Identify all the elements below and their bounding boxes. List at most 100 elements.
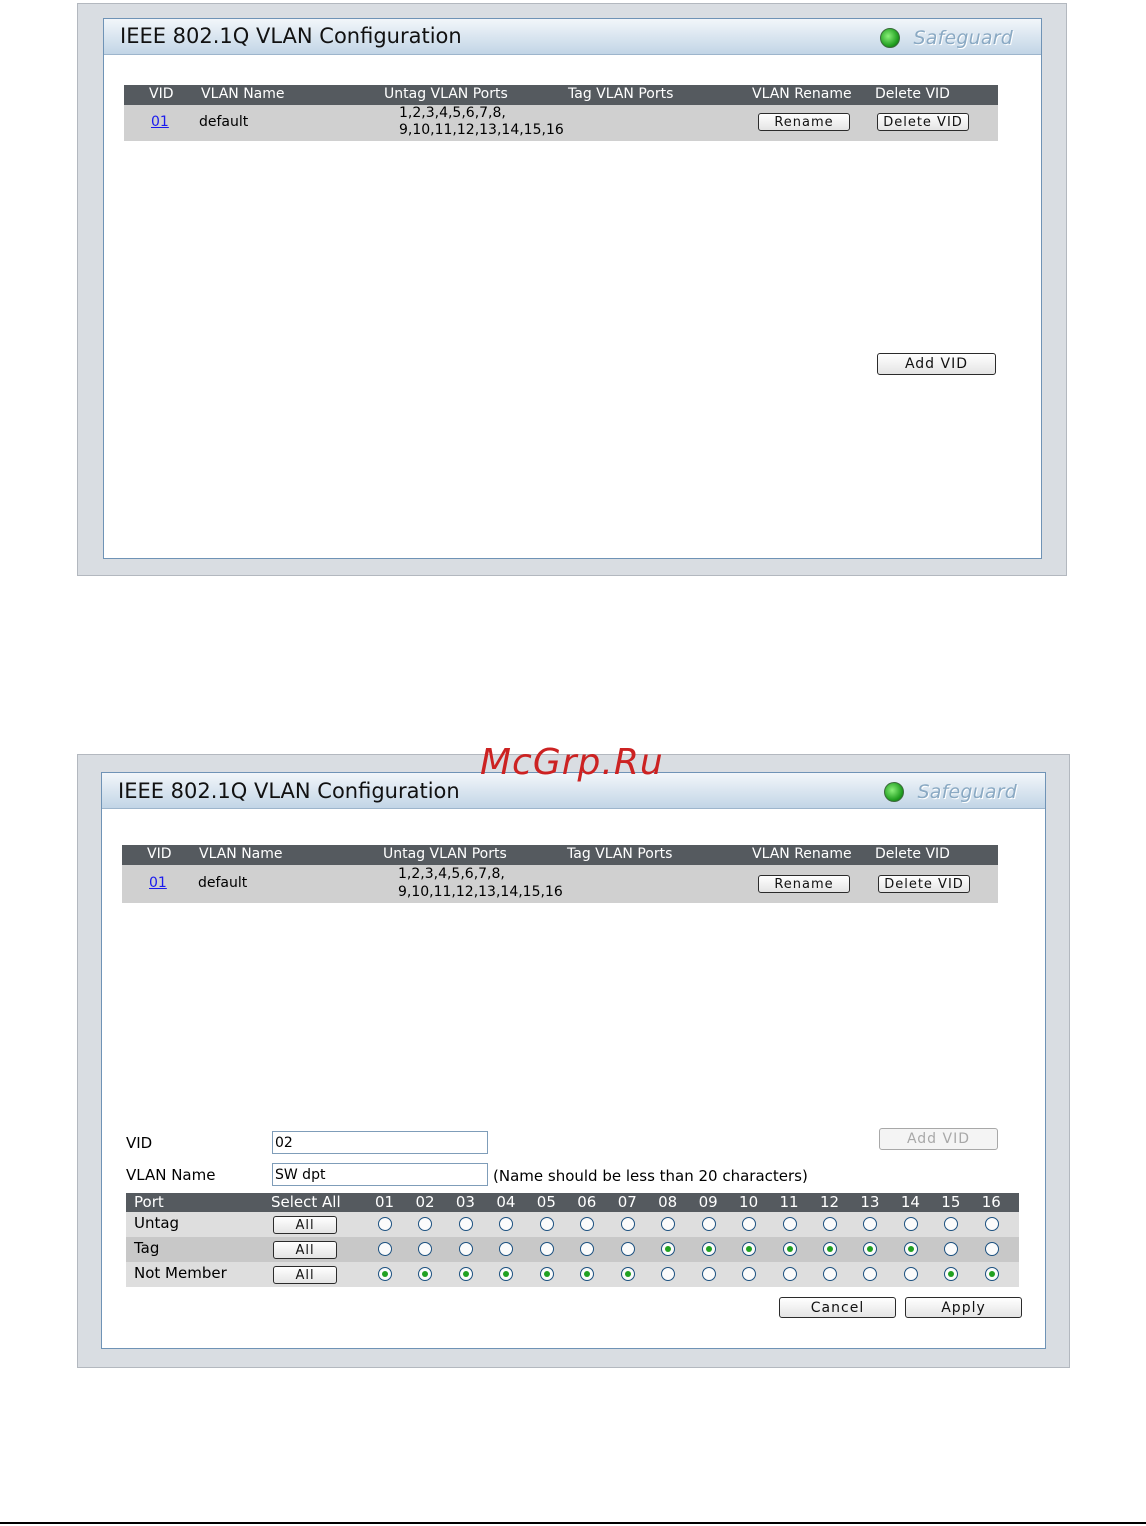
- untag-row: Untag All: [126, 1212, 1019, 1237]
- tag-port-03-radio[interactable]: [458, 1242, 473, 1256]
- untag-port-07-radio[interactable]: [620, 1217, 635, 1231]
- tag-port-05-radio[interactable]: [539, 1242, 554, 1256]
- tag-port-04-radio[interactable]: [499, 1242, 514, 1256]
- vlan-name-input[interactable]: [272, 1163, 488, 1186]
- add-vid-button[interactable]: Add VID: [877, 353, 996, 375]
- untag-port-11-radio[interactable]: [782, 1217, 797, 1231]
- not-member-port-01-radio[interactable]: [378, 1267, 392, 1281]
- safeguard-indicator: Safeguard: [883, 781, 1018, 803]
- untag-port-10-radio[interactable]: [742, 1217, 757, 1231]
- port-header-13: 13: [860, 1193, 880, 1211]
- tag-port-10-radio[interactable]: [742, 1242, 757, 1256]
- vlan-table: VID VLAN Name Untag VLAN Ports Tag VLAN …: [124, 85, 998, 141]
- port-grid-header: Port Select All 01 02 03 04 05 06 07 08 09 10 11 12…: [126, 1193, 1019, 1212]
- col-vlan-rename: VLAN Rename: [752, 846, 852, 862]
- port-header-08: 08: [658, 1193, 678, 1211]
- select-all-header: Select All: [271, 1193, 341, 1211]
- not-member-port-11-radio[interactable]: [782, 1267, 797, 1281]
- not-member-port-16-radio[interactable]: [984, 1267, 999, 1281]
- row-label-tag: Tag: [134, 1239, 160, 1257]
- untag-select-all-button[interactable]: All: [273, 1216, 337, 1234]
- port-header-04: 04: [496, 1193, 516, 1211]
- row-label-untag: Untag: [134, 1214, 180, 1232]
- vid-link[interactable]: 01: [151, 114, 169, 130]
- col-vid: VID: [149, 86, 174, 102]
- not-member-port-07-radio[interactable]: [620, 1267, 635, 1281]
- untag-port-09-radio[interactable]: [701, 1217, 716, 1231]
- cancel-button[interactable]: Cancel: [779, 1297, 896, 1318]
- tag-port-07-radio[interactable]: [620, 1242, 635, 1256]
- tag-port-02-radio[interactable]: [418, 1242, 433, 1256]
- rename-button[interactable]: Rename: [758, 113, 850, 131]
- untag-port-15-radio[interactable]: [944, 1217, 959, 1231]
- not-member-port-13-radio[interactable]: [863, 1267, 878, 1281]
- tag-port-09-radio[interactable]: [701, 1242, 716, 1256]
- col-vlan-name: VLAN Name: [199, 846, 283, 862]
- table-row: 01 default 1,2,3,4,5,6,7,8, 9,10,11,12,1…: [124, 105, 998, 141]
- tag-port-08-radio[interactable]: [661, 1242, 676, 1256]
- not-member-port-03-radio[interactable]: [458, 1267, 473, 1281]
- not-member-port-06-radio[interactable]: [580, 1267, 595, 1281]
- port-header-12: 12: [819, 1193, 840, 1211]
- delete-vid-button[interactable]: Delete VID: [878, 875, 970, 893]
- untag-ports-line1: 1,2,3,4,5,6,7,8,: [398, 866, 505, 882]
- col-delete-vid: Delete VID: [875, 846, 950, 862]
- tag-port-01-radio[interactable]: [378, 1242, 392, 1256]
- vlan-config-panel: IEEE 802.1Q VLAN Configuration Safeguard…: [101, 772, 1046, 1349]
- not-member-port-02-radio[interactable]: [418, 1267, 433, 1281]
- untag-port-03-radio[interactable]: [458, 1217, 473, 1231]
- port-header-06: 06: [577, 1193, 597, 1211]
- not-member-port-12-radio[interactable]: [822, 1267, 837, 1281]
- page-title: IEEE 802.1Q VLAN Configuration: [120, 24, 462, 48]
- add-vid-button[interactable]: Add VID: [879, 1128, 998, 1150]
- not-member-port-14-radio[interactable]: [903, 1267, 918, 1281]
- not-member-port-05-radio[interactable]: [539, 1267, 554, 1281]
- vlan-config-panel: IEEE 802.1Q VLAN Configuration Safeguard…: [103, 18, 1042, 559]
- panel-header: IEEE 802.1Q VLAN Configuration Safeguard: [104, 19, 1041, 55]
- safeguard-label: Safeguard: [913, 27, 1013, 49]
- vlan-name-cell: default: [199, 114, 249, 130]
- tag-port-14-radio[interactable]: [903, 1242, 918, 1256]
- vid-input[interactable]: [272, 1131, 488, 1154]
- untag-port-16-radio[interactable]: [984, 1217, 999, 1231]
- port-header-15: 15: [941, 1193, 961, 1211]
- tag-port-06-radio[interactable]: [580, 1242, 595, 1256]
- untag-port-13-radio[interactable]: [863, 1217, 878, 1231]
- not-member-select-all-button[interactable]: All: [273, 1266, 337, 1284]
- untag-port-04-radio[interactable]: [499, 1217, 514, 1231]
- untag-port-06-radio[interactable]: [580, 1217, 595, 1231]
- name-length-hint: (Name should be less than 20 characters): [493, 1167, 808, 1185]
- col-tag-ports: Tag VLAN Ports: [568, 86, 674, 102]
- tag-port-15-radio[interactable]: [944, 1242, 959, 1256]
- port-header-14: 14: [900, 1193, 920, 1211]
- untag-port-12-radio[interactable]: [822, 1217, 837, 1231]
- not-member-port-04-radio[interactable]: [499, 1267, 514, 1281]
- watermark: McGrp.Ru: [480, 742, 664, 783]
- untag-port-08-radio[interactable]: [661, 1217, 676, 1231]
- untag-port-02-radio[interactable]: [418, 1217, 433, 1231]
- not-member-port-08-radio[interactable]: [661, 1267, 676, 1281]
- not-member-port-09-radio[interactable]: [701, 1267, 716, 1281]
- delete-vid-button[interactable]: Delete VID: [877, 113, 969, 131]
- untag-ports-line2: 9,10,11,12,13,14,15,16: [399, 122, 564, 138]
- col-untag-ports: Untag VLAN Ports: [384, 86, 508, 102]
- untag-port-05-radio[interactable]: [539, 1217, 554, 1231]
- tag-port-13-radio[interactable]: [863, 1242, 878, 1256]
- screenshot-1: IEEE 802.1Q VLAN Configuration Safeguard…: [77, 3, 1067, 576]
- port-header-11: 11: [779, 1193, 799, 1211]
- vlan-table: VID VLAN Name Untag VLAN Ports Tag VLAN …: [122, 845, 998, 903]
- not-member-port-10-radio[interactable]: [742, 1267, 757, 1281]
- tag-port-16-radio[interactable]: [984, 1242, 999, 1256]
- untag-port-14-radio[interactable]: [903, 1217, 918, 1231]
- apply-button[interactable]: Apply: [905, 1297, 1022, 1318]
- tag-port-11-radio[interactable]: [782, 1242, 797, 1256]
- untag-port-01-radio[interactable]: [378, 1217, 392, 1231]
- not-member-port-15-radio[interactable]: [944, 1267, 959, 1281]
- vid-link[interactable]: 01: [149, 875, 167, 891]
- tag-port-12-radio[interactable]: [822, 1242, 837, 1256]
- rename-button[interactable]: Rename: [758, 875, 850, 893]
- untag-ports-line2: 9,10,11,12,13,14,15,16: [398, 884, 563, 900]
- port-header-01: 01: [375, 1193, 395, 1211]
- tag-select-all-button[interactable]: All: [273, 1241, 337, 1259]
- port-membership-grid: Port Select All 01 02 03 04 05 06 07 08 09 10 11 12…: [126, 1193, 1019, 1287]
